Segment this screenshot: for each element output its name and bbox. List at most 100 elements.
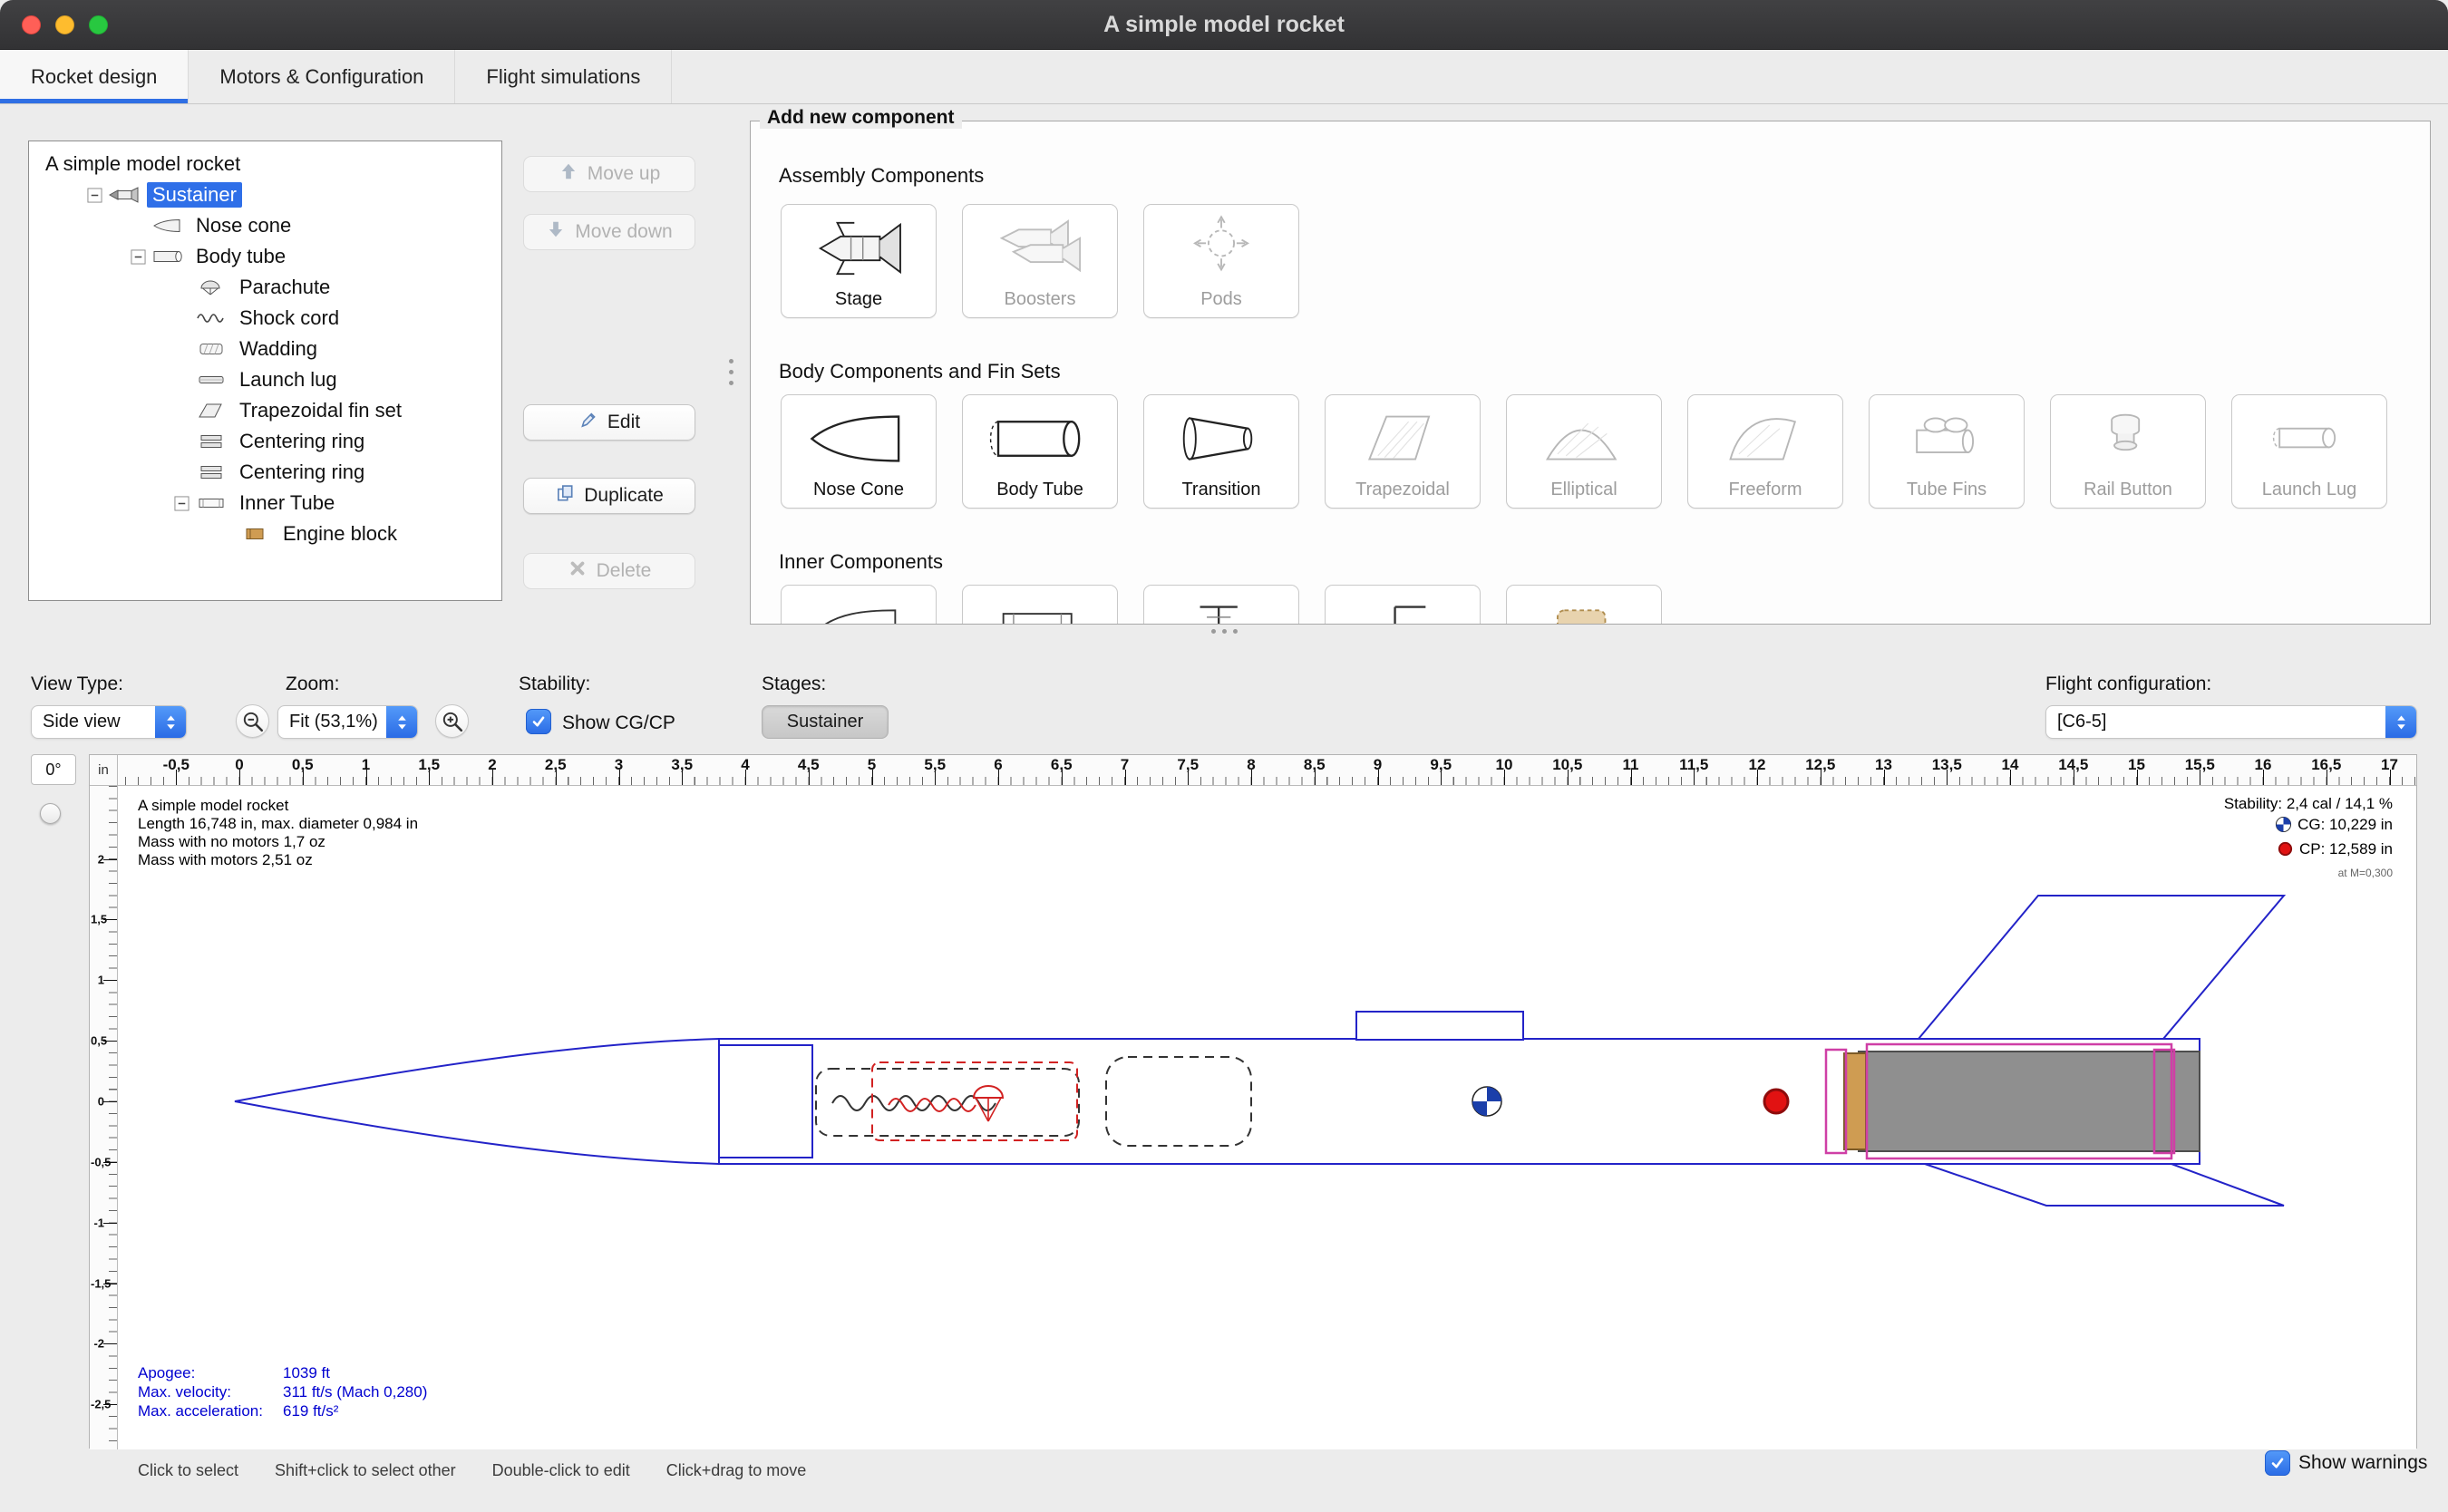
tree-item-nose-cone[interactable]: Nose cone [29,210,501,241]
add-launch-lug-button[interactable]: Launch Lug [2231,394,2387,509]
tab-motors-configuration[interactable]: Motors & Configuration [189,50,455,103]
add-transition-button[interactable]: Transition [1143,394,1299,509]
tab-rocket-design[interactable]: Rocket design [0,50,189,103]
move-up-button[interactable]: Move up [523,156,695,192]
component-button-label: Transition [1144,480,1298,500]
tree-expander-spacer [170,279,192,296]
ruler-label: 9,5 [1430,756,1452,774]
add-body-tube-button[interactable]: Body Tube [962,394,1118,509]
ruler-label: 0,5 [292,756,314,774]
elliptical-icon [1507,402,1661,475]
ruler-label: -2,5 [91,1398,104,1411]
ruler-label: 5,5 [924,756,946,774]
ruler-label: 10 [1496,756,1513,774]
splitter-handle-horizontal[interactable] [1211,629,1238,634]
tree-item-trapezoidal-fin-set[interactable]: Trapezoidal fin set [29,395,501,426]
chevron-up-down-icon [155,706,186,738]
tree-expander-spacer [170,341,192,357]
show-warnings-checkbox[interactable] [2265,1450,2290,1476]
cg-icon [2275,816,2292,838]
edit-label: Edit [607,412,640,433]
hint-text: Shift+click to select other [275,1461,456,1480]
fin-upper-shape[interactable] [1919,896,2284,1039]
close-button[interactable] [22,15,41,34]
show-warnings-label: Show warnings [2298,1452,2427,1474]
splitter-handle-vertical[interactable] [729,359,733,385]
add-stage-button[interactable]: Stage [781,204,937,318]
launch-lug-shape[interactable] [1356,1012,1523,1040]
trapezoidal-icon [1326,402,1480,475]
add-component-button-3-5[interactable] [1506,585,1662,625]
mach-value: at M=0,300 [2224,863,2393,884]
ruler-label: 8 [1247,756,1255,774]
rotation-slider-knob[interactable] [40,803,61,824]
add-component-button-3-3[interactable] [1143,585,1299,625]
add-component-panel: Assembly ComponentsStageBoostersPodsBody… [750,121,2431,625]
tree-item-parachute[interactable]: Parachute [29,272,501,303]
rocket-info-line: Length 16,748 in, max. diameter 0,984 in [138,815,418,833]
stability-block: Stability: 2,4 cal / 14,1 % CG: 10,229 i… [2224,793,2393,884]
zoom-in-button[interactable] [435,704,469,738]
ruler-label: 1 [91,974,104,987]
component-button-label: Rail Button [2051,480,2205,500]
tree-item-inner-tube[interactable]: Inner Tube [29,488,501,519]
tree-item-centering-ring[interactable]: Centering ring [29,426,501,457]
add-component-button-3-2[interactable] [962,585,1118,625]
add-trapezoidal-button[interactable]: Trapezoidal [1325,394,1481,509]
edit-button[interactable]: Edit [523,404,695,441]
add-component-button-3-4[interactable] [1325,585,1481,625]
nose-cone-shape[interactable] [235,1039,719,1164]
add-boosters-button[interactable]: Boosters [962,204,1118,318]
ruler-vertical: 21,510,50-0,5-1-1,5-2-2,5 [90,786,118,1449]
duplicate-button[interactable]: Duplicate [523,478,695,514]
engine-block-shape[interactable] [1844,1053,1866,1149]
fin-lower-shape[interactable] [1925,1164,2284,1206]
tree-item-shock-cord[interactable]: Shock cord [29,303,501,334]
add-pods-button[interactable]: Pods [1143,204,1299,318]
delete-button[interactable]: Delete [523,553,695,589]
ruler-label: 14,5 [2058,756,2088,774]
cg-value: CG: 10,229 in [2297,816,2393,833]
tree-expander-icon[interactable] [83,187,105,203]
tree-item-a-simple-model-rocket[interactable]: A simple model rocket [29,149,501,179]
add-component-button-3-1[interactable] [781,585,937,625]
rocket-info: A simple model rocketLength 16,748 in, m… [138,797,418,869]
ruler-major-tick [103,1223,117,1224]
stage-toggle-sustainer[interactable]: Sustainer [762,705,889,739]
add-nose-cone-button[interactable]: Nose Cone [781,394,937,509]
add-tube-fins-button[interactable]: Tube Fins [1869,394,2025,509]
flight-stat-label: Max. acceleration: [138,1401,283,1420]
rotation-value: 0° [31,754,76,785]
delete-label: Delete [597,560,652,582]
flight-configuration-select[interactable]: [C6-5] [2045,705,2417,739]
show-cgcp-checkbox[interactable] [526,709,551,734]
tree-item-body-tube[interactable]: Body tube [29,241,501,272]
tree-item-wadding[interactable]: Wadding [29,334,501,364]
component-button-label: Pods [1144,289,1298,310]
add-freeform-button[interactable]: Freeform [1687,394,1843,509]
move-down-button[interactable]: Move down [523,214,695,250]
tree-item-launch-lug[interactable]: Launch lug [29,364,501,395]
rocket-canvas[interactable]: A simple model rocketLength 16,748 in, m… [118,786,2416,1449]
tree-item-centering-ring[interactable]: Centering ring [29,457,501,488]
tree-expander-icon[interactable] [127,248,149,265]
zoom-out-button[interactable] [236,704,269,738]
zoom-select[interactable]: Fit (53,1%) [277,705,418,739]
view-type-select[interactable]: Side view [31,705,187,739]
ruler-label: 9 [1374,756,1382,774]
wadding-icon [194,340,228,358]
minimize-button[interactable] [55,15,74,34]
component-button-label: Stage [782,289,936,310]
add-rail-button-button[interactable]: Rail Button [2050,394,2206,509]
tab-bar: Rocket designMotors & ConfigurationFligh… [0,50,2448,104]
component-button-label: Tube Fins [1870,480,2024,500]
fullscreen-button[interactable] [89,15,108,34]
tab-flight-simulations[interactable]: Flight simulations [455,50,672,103]
magnifier-plus-icon [441,710,464,733]
add-elliptical-button[interactable]: Elliptical [1506,394,1662,509]
tree-item-sustainer[interactable]: Sustainer [29,179,501,210]
tree-item-engine-block[interactable]: Engine block [29,519,501,549]
tree-item-label: Centering ring [234,429,370,454]
ruler-label: 1 [362,756,370,774]
tree-expander-icon[interactable] [170,495,192,511]
